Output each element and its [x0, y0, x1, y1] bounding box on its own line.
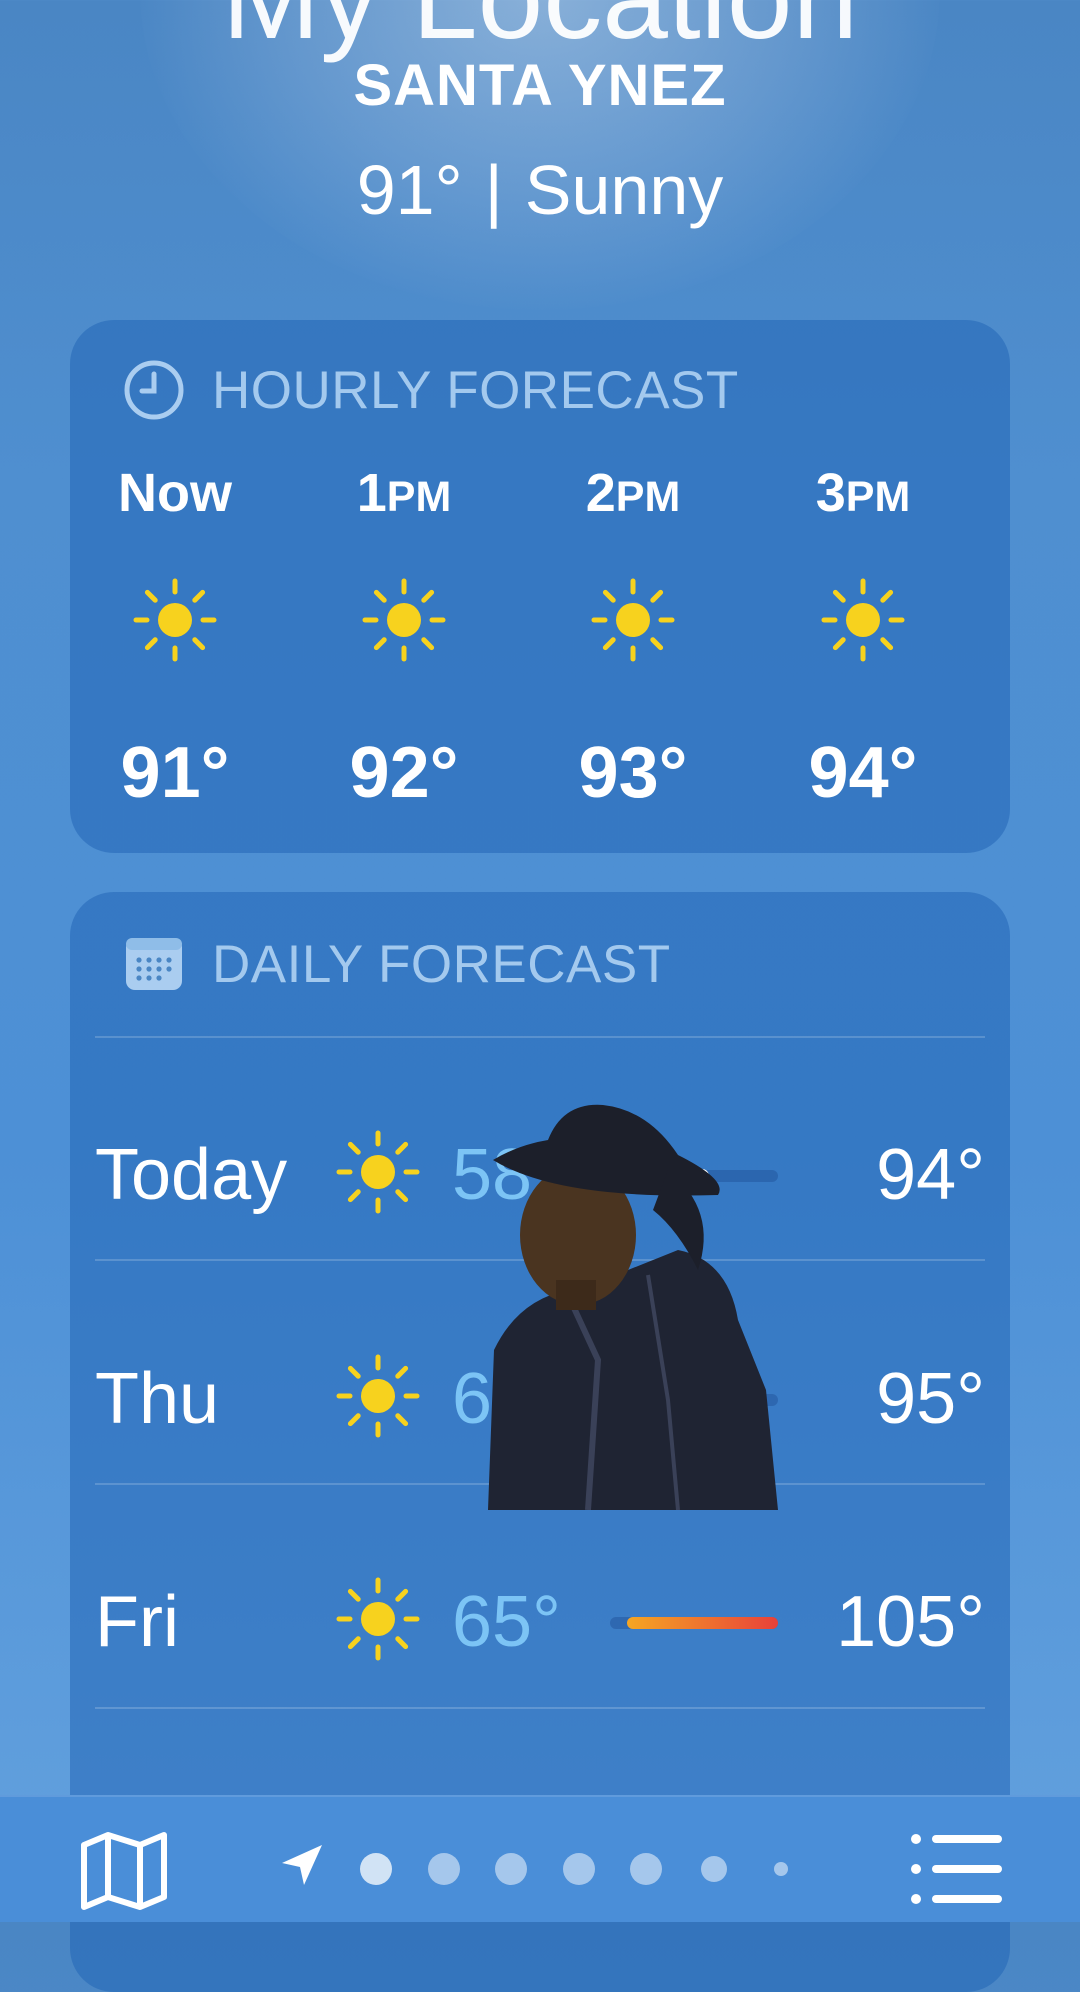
page-dot[interactable]: [630, 1853, 662, 1885]
calendar-icon: [126, 938, 182, 990]
sun-icon: [133, 578, 217, 662]
hour-temperature: 93°: [578, 733, 688, 813]
page-dot[interactable]: [360, 1853, 392, 1885]
hour-label: 2: [585, 463, 616, 523]
separator: |: [484, 151, 503, 229]
sun-icon: [336, 1354, 420, 1438]
page-dot[interactable]: [700, 1856, 727, 1882]
sun-icon: [591, 578, 675, 662]
day-name: Today: [95, 1135, 288, 1215]
clock-icon: [124, 360, 184, 420]
low-temperature: 65°: [452, 1582, 561, 1662]
bottom-toolbar: [0, 1795, 1080, 1922]
page-dot[interactable]: [495, 1853, 527, 1885]
daily-header: DAILY FORECAST: [122, 932, 671, 996]
daily-title: DAILY FORECAST: [212, 934, 671, 994]
list-icon[interactable]: [910, 1833, 1002, 1905]
current-temperature: 91°: [356, 151, 463, 229]
hour-label: Now: [118, 463, 232, 523]
hour-temperature: 91°: [120, 733, 230, 813]
current-conditions: 91° | Sunny: [0, 150, 1080, 230]
sun-icon: [821, 578, 905, 662]
hourly-forecast-card[interactable]: HOURLY FORECAST Now 91° 1PM 92° 2PM 93° …: [70, 320, 1010, 853]
hour-label: 1: [356, 463, 387, 523]
place-name: SANTA YNEZ: [353, 53, 727, 118]
divider: [95, 1036, 985, 1038]
divider: [95, 1707, 985, 1709]
day-name: Thu: [95, 1359, 220, 1439]
hour-label: 3: [815, 463, 846, 523]
day-row[interactable]: Fri 65° 105°: [70, 1559, 1010, 1679]
temperature-range-fill: [626, 1617, 778, 1629]
sun-icon: [336, 1130, 420, 1214]
hour-suffix: PM: [615, 473, 681, 521]
hour-temperature: 94°: [808, 733, 918, 813]
high-temperature: 94°: [876, 1135, 985, 1215]
high-temperature: 95°: [876, 1359, 985, 1439]
high-temperature: 105°: [836, 1582, 985, 1662]
cowboy-sticker-image: [488, 1104, 778, 1510]
sun-icon: [362, 578, 446, 662]
current-condition: Sunny: [524, 151, 724, 229]
map-icon[interactable]: [78, 1829, 170, 1913]
hour-suffix: PM: [386, 473, 452, 521]
page-dot[interactable]: [774, 1862, 788, 1876]
temperature-range-bar: [610, 1617, 778, 1629]
hourly-title: HOURLY FORECAST: [212, 360, 739, 420]
hour-suffix: PM: [845, 473, 911, 521]
hourly-header: HOURLY FORECAST: [122, 358, 739, 422]
page-dot[interactable]: [562, 1853, 595, 1885]
page-dot[interactable]: [427, 1853, 460, 1885]
day-name: Fri: [95, 1582, 179, 1662]
location-arrow-icon[interactable]: [278, 1841, 326, 1889]
sun-icon: [336, 1577, 420, 1661]
hour-temperature: 92°: [349, 733, 459, 813]
